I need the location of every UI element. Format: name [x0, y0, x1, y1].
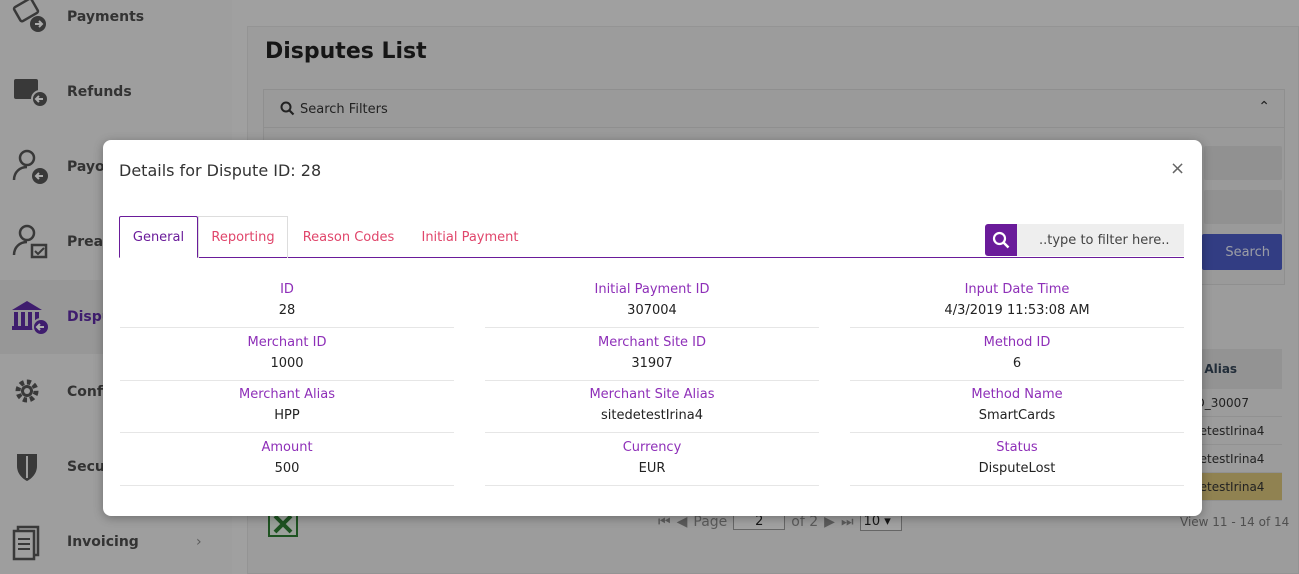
- field-label: Initial Payment ID: [594, 282, 710, 297]
- field-value: SmartCards: [978, 408, 1056, 423]
- field-value: 1000: [270, 356, 304, 371]
- field-label: Currency: [622, 440, 682, 455]
- field-id: ID 28: [120, 280, 454, 328]
- modal-title: Details for Dispute ID: 28: [119, 161, 322, 180]
- filter-search-button[interactable]: [985, 224, 1017, 256]
- field-value: EUR: [638, 461, 666, 476]
- field-amount: Amount 500: [120, 438, 454, 486]
- field-label: Merchant Site ID: [597, 335, 707, 350]
- field-label: ID: [280, 282, 294, 297]
- tab-initial-payment[interactable]: Initial Payment: [413, 216, 527, 258]
- filter-input[interactable]: [1017, 224, 1184, 256]
- field-label: Merchant ID: [247, 335, 327, 350]
- field-value: 28: [278, 303, 296, 318]
- field-method-id: Method ID 6: [850, 333, 1184, 381]
- field-value: 31907: [631, 356, 673, 371]
- field-value: 4/3/2019 11:53:08 AM: [944, 303, 1090, 318]
- tab-reporting[interactable]: Reporting: [198, 216, 288, 258]
- field-status: Status DisputeLost: [850, 438, 1184, 486]
- field-label: Merchant Site Alias: [589, 387, 715, 402]
- search-icon: [992, 231, 1010, 249]
- tab-general[interactable]: General: [119, 216, 198, 258]
- field-merchant-alias: Merchant Alias HPP: [120, 385, 454, 433]
- field-currency: Currency EUR: [485, 438, 819, 486]
- field-value: DisputeLost: [978, 461, 1056, 476]
- field-value: HPP: [274, 408, 300, 423]
- field-method-name: Method Name SmartCards: [850, 385, 1184, 433]
- dispute-details-modal: Details for Dispute ID: 28 × General Rep…: [103, 140, 1202, 516]
- field-label: Amount: [261, 440, 313, 455]
- field-label: Status: [996, 440, 1038, 455]
- field-value: 6: [1012, 356, 1022, 371]
- field-merchant-id: Merchant ID 1000: [120, 333, 454, 381]
- field-value: sitedetestIrina4: [601, 408, 703, 423]
- field-merchant-site-id: Merchant Site ID 31907: [485, 333, 819, 381]
- close-icon[interactable]: ×: [1170, 159, 1185, 179]
- field-label: Method Name: [971, 387, 1063, 402]
- tab-reason-codes[interactable]: Reason Codes: [292, 216, 405, 258]
- field-label: Method ID: [983, 335, 1051, 350]
- field-label: Merchant Alias: [239, 387, 335, 402]
- field-value: 307004: [627, 303, 677, 318]
- field-merchant-site-alias: Merchant Site Alias sitedetestIrina4: [485, 385, 819, 433]
- field-label: Input Date Time: [964, 282, 1070, 297]
- field-initial-payment-id: Initial Payment ID 307004: [485, 280, 819, 328]
- field-input-date-time: Input Date Time 4/3/2019 11:53:08 AM: [850, 280, 1184, 328]
- field-value: 500: [274, 461, 300, 476]
